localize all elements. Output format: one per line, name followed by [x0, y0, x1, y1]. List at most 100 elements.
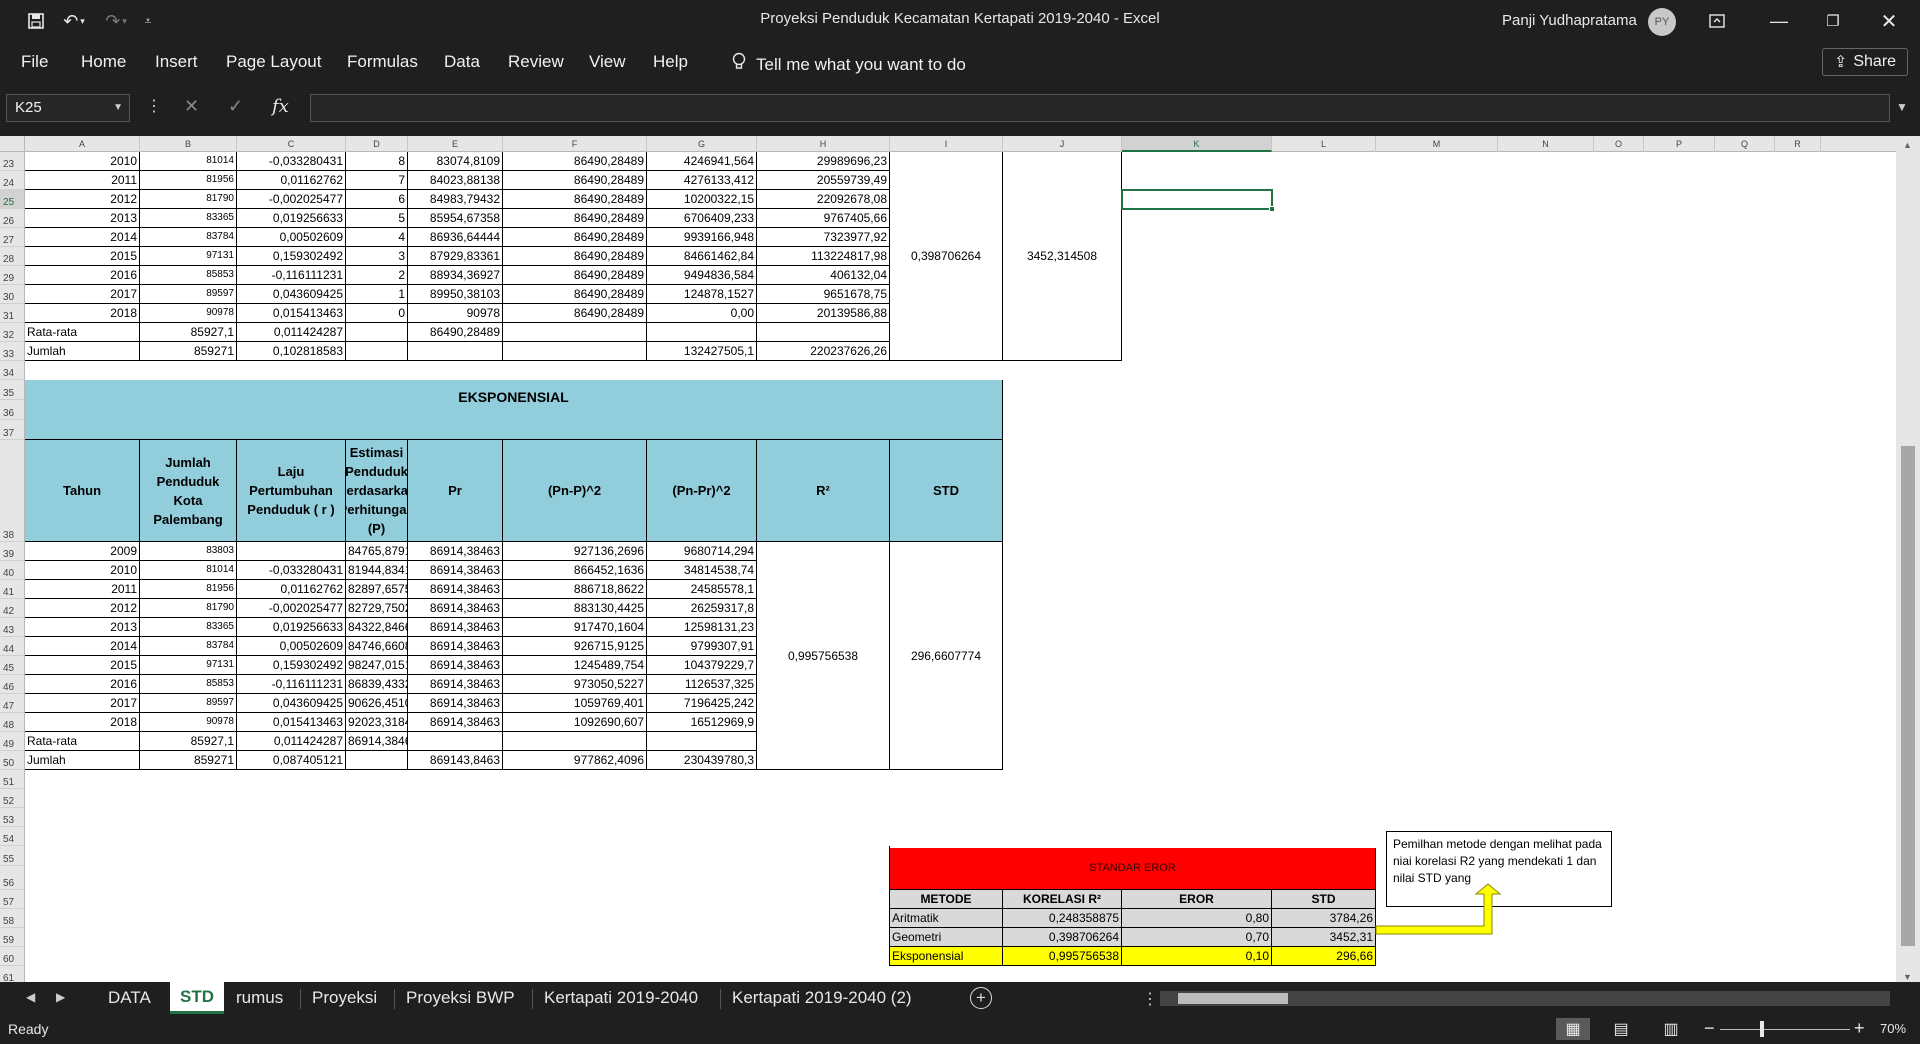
table-cell[interactable]: 20559739,49: [757, 171, 890, 190]
table-cell[interactable]: 85927,1: [140, 323, 237, 342]
sheet-tab-data[interactable]: DATA: [108, 988, 151, 1008]
table-cell[interactable]: 26259317,8: [647, 599, 757, 618]
table-cell[interactable]: 2016: [25, 675, 140, 694]
table-cell[interactable]: 230439780,3: [647, 751, 757, 770]
table-cell[interactable]: 8: [346, 152, 408, 171]
table-cell[interactable]: 2012: [25, 190, 140, 209]
prev-sheet-icon[interactable]: ◀: [26, 990, 35, 1004]
column-header-p[interactable]: P: [1644, 136, 1715, 152]
table-cell[interactable]: 0,011424287: [237, 732, 346, 751]
table-cell[interactable]: 89950,38103: [408, 285, 503, 304]
table-cell[interactable]: 859271: [140, 342, 237, 361]
table-cell[interactable]: 220237626,26: [757, 342, 890, 361]
table-cell[interactable]: 84322,84663: [346, 618, 408, 637]
row-header-27[interactable]: 27: [0, 228, 24, 247]
table-cell[interactable]: [503, 732, 647, 751]
table-cell[interactable]: 869143,8463: [408, 751, 503, 770]
column-header-r[interactable]: R: [1775, 136, 1821, 152]
table-cell[interactable]: [503, 342, 647, 361]
table-cell[interactable]: Aritmatik: [890, 909, 1003, 928]
row-header-25[interactable]: 25: [0, 190, 24, 209]
table-cell[interactable]: 0: [346, 304, 408, 323]
row-header-38[interactable]: 38: [0, 440, 24, 542]
table-cell[interactable]: 86490,28489: [503, 171, 647, 190]
table-cell[interactable]: -0,002025477: [237, 190, 346, 209]
tab-formulas[interactable]: Formulas: [347, 52, 418, 72]
table-cell[interactable]: 81956: [140, 171, 237, 190]
column-header-c[interactable]: C: [237, 136, 346, 152]
column-header-i[interactable]: I: [890, 136, 1003, 152]
table-cell[interactable]: 1245489,754: [503, 656, 647, 675]
zoom-out-icon[interactable]: −: [1704, 1018, 1715, 1039]
column-header-q[interactable]: Q: [1715, 136, 1775, 152]
table-cell[interactable]: 0,10: [1122, 947, 1272, 966]
table-cell[interactable]: 1092690,607: [503, 713, 647, 732]
table-cell[interactable]: 0,087405121: [237, 751, 346, 770]
table-cell[interactable]: 104379229,7: [647, 656, 757, 675]
std-value[interactable]: 296,6607774: [890, 542, 1003, 770]
table-cell[interactable]: 2014: [25, 228, 140, 247]
row-header-57[interactable]: 57: [0, 890, 24, 909]
next-sheet-icon[interactable]: ▶: [56, 990, 65, 1004]
row-header-50[interactable]: 50: [0, 751, 24, 770]
table-cell[interactable]: 86490,28489: [503, 285, 647, 304]
insert-function-icon[interactable]: fx: [272, 96, 289, 117]
row-header-23[interactable]: 23: [0, 152, 24, 171]
table-cell[interactable]: 5: [346, 209, 408, 228]
column-header[interactable]: Jumlah Penduduk Kota Palembang: [140, 440, 237, 542]
table-cell[interactable]: 2013: [25, 618, 140, 637]
sheet-tab-proyeksi-bwp[interactable]: Proyeksi BWP: [406, 988, 515, 1008]
column-header[interactable]: R²: [757, 440, 890, 542]
table-cell[interactable]: 977862,4096: [503, 751, 647, 770]
tab-file[interactable]: File: [21, 52, 48, 72]
table-cell[interactable]: 16512969,9: [647, 713, 757, 732]
table-cell[interactable]: 0,019256633: [237, 618, 346, 637]
sheet-tab-proyeksi[interactable]: Proyeksi: [312, 988, 377, 1008]
scroll-thumb[interactable]: [1178, 993, 1288, 1004]
table-cell[interactable]: 85954,67358: [408, 209, 503, 228]
row-header-61[interactable]: 61: [0, 966, 24, 982]
table-cell[interactable]: 84661462,84: [647, 247, 757, 266]
table-cell[interactable]: 0,398706264: [1003, 928, 1122, 947]
table-cell[interactable]: 86490,28489: [503, 247, 647, 266]
table-cell[interactable]: 84983,79432: [408, 190, 503, 209]
table-cell[interactable]: 97131: [140, 247, 237, 266]
table-cell[interactable]: 90626,45102: [346, 694, 408, 713]
ribbon-display-options-icon[interactable]: [1694, 0, 1740, 42]
table-cell[interactable]: 2011: [25, 580, 140, 599]
user-name[interactable]: Panji Yudhapratama: [1502, 12, 1637, 29]
tab-review[interactable]: Review: [508, 52, 564, 72]
row-header-59[interactable]: 59: [0, 928, 24, 947]
table-cell[interactable]: 0,00502609: [237, 637, 346, 656]
table-cell[interactable]: 86490,28489: [408, 323, 503, 342]
table-cell[interactable]: 2011: [25, 171, 140, 190]
table-cell[interactable]: 7196425,242: [647, 694, 757, 713]
column-header-h[interactable]: H: [757, 136, 890, 152]
tab-data[interactable]: Data: [444, 52, 480, 72]
row-header-44[interactable]: 44: [0, 637, 24, 656]
table-cell[interactable]: [647, 732, 757, 751]
table-cell[interactable]: 296,66: [1272, 947, 1376, 966]
table-cell[interactable]: 85853: [140, 675, 237, 694]
zoom-slider-thumb[interactable]: [1760, 1021, 1764, 1037]
column-header-a[interactable]: A: [25, 136, 140, 152]
table-cell[interactable]: 0,00: [647, 304, 757, 323]
table-cell[interactable]: 90978: [140, 304, 237, 323]
table-title[interactable]: EKSPONENSIAL: [25, 380, 1003, 440]
table-cell[interactable]: 4: [346, 228, 408, 247]
table-cell[interactable]: 2: [346, 266, 408, 285]
table-cell[interactable]: 886718,8622: [503, 580, 647, 599]
table-cell[interactable]: 84023,88138: [408, 171, 503, 190]
normal-view-icon[interactable]: ▦: [1556, 1018, 1590, 1040]
horizontal-scrollbar[interactable]: [1160, 991, 1890, 1006]
add-sheet-button[interactable]: +: [970, 987, 992, 1009]
table-cell[interactable]: 7323977,92: [757, 228, 890, 247]
table-cell[interactable]: 406132,04: [757, 266, 890, 285]
column-header[interactable]: METODE: [890, 890, 1003, 909]
row-header-56[interactable]: 56: [0, 866, 24, 890]
zoom-slider-track[interactable]: [1720, 1029, 1850, 1030]
formula-input[interactable]: [310, 94, 1890, 122]
table-cell[interactable]: 927136,2696: [503, 542, 647, 561]
table-cell[interactable]: 10200322,15: [647, 190, 757, 209]
row-header-41[interactable]: 41: [0, 580, 24, 599]
